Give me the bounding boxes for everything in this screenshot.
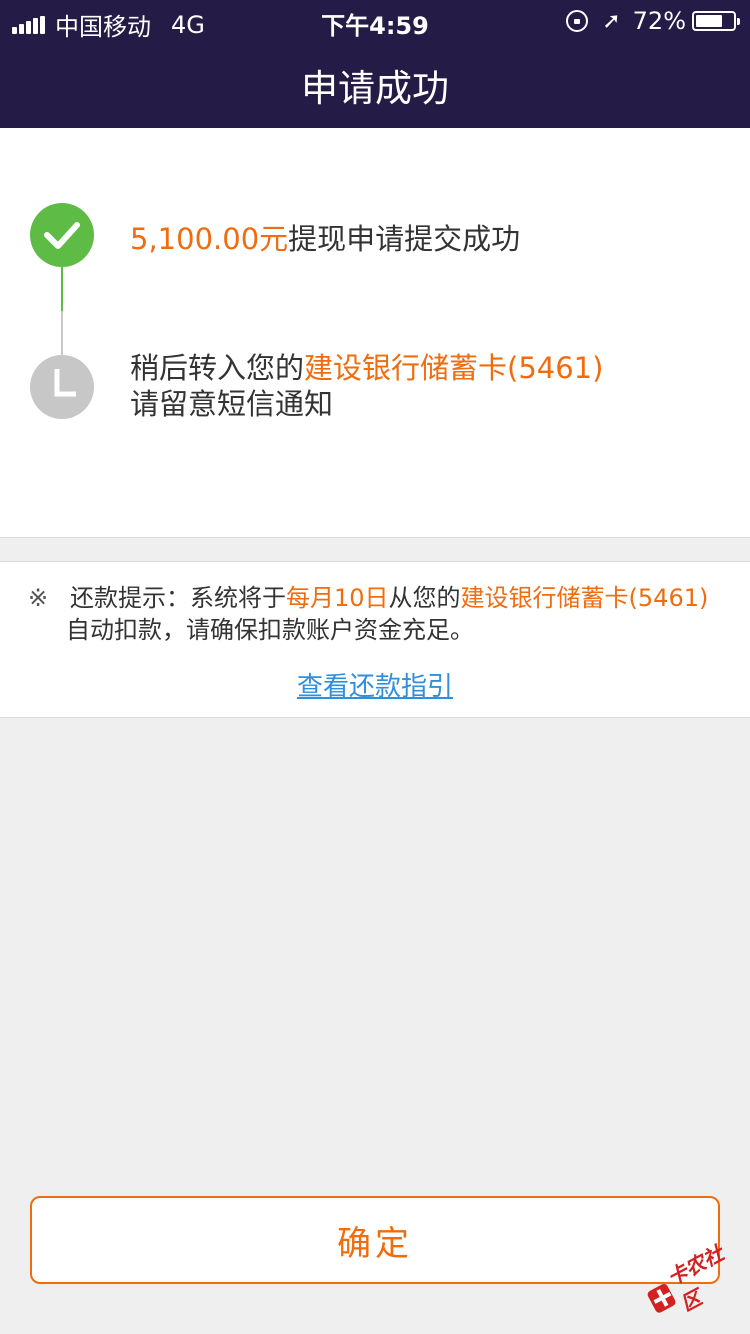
repayment-tip: 还款提示：系统将于每月10日从您的建设银行储蓄卡(5461) 自动扣款，请确保扣款…: [66, 582, 716, 646]
step-transfer-text: 稍后转入您的建设银行储蓄卡(5461) 请留意短信通知: [130, 350, 603, 422]
bank-card: 建设银行储蓄卡(5461): [304, 351, 604, 385]
clock-icon: [30, 355, 94, 419]
battery-level: [696, 15, 722, 27]
step1-label: 提现申请提交成功: [288, 222, 521, 256]
tip-mark: ※: [28, 584, 49, 612]
battery-icon: [692, 11, 740, 31]
tip-prefix: 还款提示：系统将于: [70, 584, 286, 612]
step-submitted-text: 5,100.00元提现申请提交成功: [130, 216, 520, 258]
status-bar: 中国移动 4G 下午4:59 ➚ 72%: [0, 0, 750, 41]
tip-date: 每月10日: [286, 584, 389, 612]
progress-line-done: [61, 267, 63, 311]
step2-note: 请留意短信通知: [130, 387, 334, 421]
battery-percent: 72%: [632, 7, 686, 35]
location-icon: ➚: [602, 8, 621, 34]
tip-middle: 从您的: [388, 584, 461, 612]
progress-card: 5,100.00元提现申请提交成功 稍后转入您的建设银行储蓄卡(5461) 请留…: [0, 128, 750, 538]
progress-line-pending: [61, 311, 63, 355]
check-icon: [30, 203, 94, 267]
step2-prefix: 稍后转入您的: [130, 351, 305, 385]
withdraw-amount: 5,100.00元: [130, 222, 289, 256]
header: 中国移动 4G 下午4:59 ➚ 72% 申请成功: [0, 0, 750, 128]
repayment-guide-link[interactable]: 查看还款指引: [0, 666, 750, 703]
repayment-tip-card: ※ 还款提示：系统将于每月10日从您的建设银行储蓄卡(5461) 自动扣款，请确保…: [0, 561, 750, 718]
confirm-button[interactable]: 确定: [30, 1196, 720, 1284]
page-title: 申请成功: [301, 67, 449, 110]
rotation-lock-icon: [566, 10, 589, 32]
tip-suffix: 自动扣款，请确保扣款账户资金充足。: [66, 616, 474, 644]
tip-card: 建设银行储蓄卡(5461): [460, 584, 709, 612]
